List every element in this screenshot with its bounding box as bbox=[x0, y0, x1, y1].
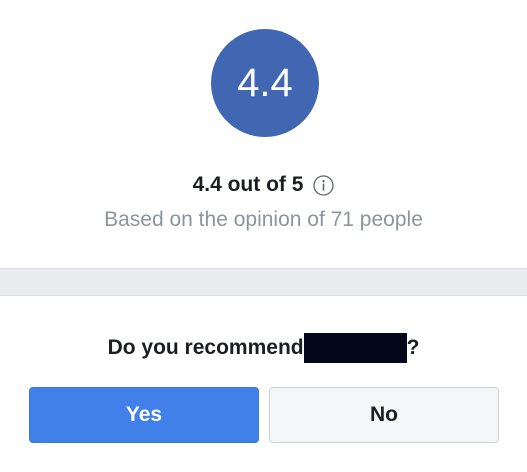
rating-section: 4.4 4.4 out of 5 Based on the opinion of… bbox=[0, 0, 527, 268]
rating-based-on-text: Based on the opinion of 71 people bbox=[104, 208, 423, 231]
section-divider bbox=[0, 268, 527, 296]
yes-button[interactable]: Yes bbox=[29, 387, 259, 443]
redacted-page-name bbox=[303, 333, 407, 363]
recommend-question-prefix: Do you recommend bbox=[107, 336, 304, 359]
recommend-question-suffix: ? bbox=[406, 336, 420, 359]
rating-score-badge: 4.4 bbox=[211, 29, 319, 137]
info-icon[interactable] bbox=[313, 174, 335, 196]
no-button[interactable]: No bbox=[269, 387, 499, 443]
recommend-question: Do you recommend ? bbox=[0, 332, 527, 364]
rating-summary-text: 4.4 out of 5 bbox=[192, 173, 304, 196]
rating-summary: 4.4 out of 5 bbox=[0, 170, 527, 200]
